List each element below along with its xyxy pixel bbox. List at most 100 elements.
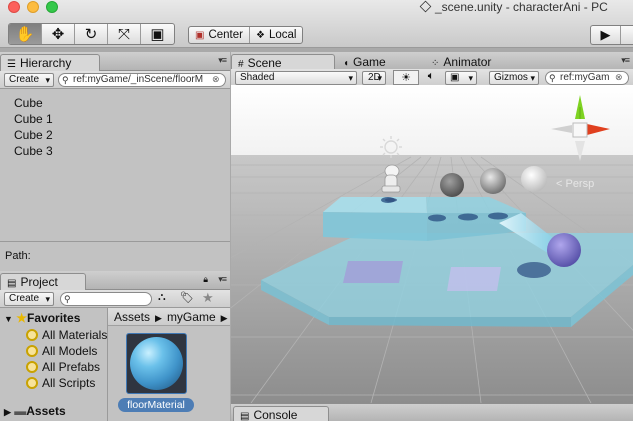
filter-by-label-icon[interactable]: 🏷︎: [180, 291, 194, 304]
animator-icon: ⁘: [431, 58, 440, 69]
favorite-item[interactable]: All Prefabs: [26, 360, 100, 374]
scene-header: #Scene ◖Game ⁘Animator ▾≡ Shaded 2D ☀ 🔈︎…: [231, 52, 633, 87]
project-tabbar: ▤ Project 🔒︎ ▾≡: [0, 271, 230, 290]
hierarchy-search-input[interactable]: ⚲ ref:myGame/_inScene/floorM ⊗: [58, 73, 226, 87]
gizmos-label: Gizmos: [494, 72, 528, 83]
panel-menu-icon[interactable]: ▾≡: [218, 55, 227, 66]
hierarchy-tabbar: ☰ Hierarchy ▾≡: [0, 52, 230, 71]
rotate-tool-button[interactable]: ↻: [75, 24, 108, 44]
asset-name-label[interactable]: floorMaterial: [118, 398, 194, 412]
play-icon: ▶: [600, 27, 611, 42]
search-icon: ⚲: [62, 75, 69, 85]
hierarchy-item[interactable]: Cube: [14, 95, 53, 111]
hand-tool-button[interactable]: ✋: [9, 24, 42, 44]
breadcrumb-item[interactable]: myGame: [167, 310, 216, 324]
favorite-item[interactable]: All Scripts: [26, 376, 95, 390]
mode-2d-toggle[interactable]: 2D: [362, 71, 386, 85]
project-search-input[interactable]: ⚲: [60, 292, 152, 306]
hierarchy-create-dropdown[interactable]: Create: [4, 73, 55, 87]
hierarchy-create-label: Create: [9, 74, 40, 85]
breadcrumb-separator-icon: ▶: [155, 313, 162, 323]
asset-thumbnail[interactable]: [126, 333, 187, 394]
window-close-button[interactable]: [8, 1, 20, 13]
move-tool-button[interactable]: ✥: [42, 24, 75, 44]
hierarchy-item[interactable]: Cube 1: [14, 111, 53, 127]
path-label: Path:: [5, 250, 31, 262]
project-create-dropdown[interactable]: Create: [4, 292, 55, 306]
sphere-mid: [480, 168, 506, 194]
tab-hierarchy[interactable]: ☰ Hierarchy: [0, 54, 100, 71]
saved-search-icon: [26, 345, 38, 357]
space-label: Local: [268, 29, 297, 41]
breadcrumb-item[interactable]: Assets: [114, 310, 150, 324]
tab-console[interactable]: ▤ Console: [233, 406, 329, 421]
tab-scene-label: Scene: [247, 56, 282, 70]
favorite-item[interactable]: All Materials: [26, 328, 107, 342]
favorite-item-label: All Materials: [42, 328, 108, 342]
tab-hierarchy-label: Hierarchy: [19, 56, 72, 70]
project-create-label: Create: [9, 293, 40, 304]
panel-menu-icon[interactable]: ▾≡: [621, 55, 630, 66]
tab-animator-label: Animator: [443, 55, 492, 69]
transform-toolgroup: ✋ ✥ ↻ ⤧ ▣: [8, 23, 175, 45]
clear-search-icon[interactable]: ⊗: [615, 72, 626, 83]
favorite-item[interactable]: All Models: [26, 344, 97, 358]
rotate-icon: ↻: [84, 26, 98, 43]
project-tree: ▼ ★Favorites All Materials All Models Al…: [0, 308, 108, 421]
scene-viewport[interactable]: < Persp: [231, 85, 633, 403]
favorite-item-label: All Prefabs: [42, 360, 101, 374]
window-zoom-button[interactable]: [46, 1, 58, 13]
perspective-label[interactable]: < Persp: [556, 178, 594, 190]
hierarchy-controls: Create ⚲ ref:myGame/_inScene/floorM ⊗: [0, 71, 230, 89]
project-panel: ▤Project 🔒︎ ▾≡ Create ⚲ ⛬ 🏷︎ ★ ▼ ★Favori…: [0, 271, 230, 421]
pacman-icon: ◖: [343, 58, 350, 69]
hierarchy-search-value: ref:myGame/_inScene/floorM: [73, 74, 204, 85]
hierarchy-item[interactable]: Cube 2: [14, 127, 53, 143]
console-icon: ▤: [240, 411, 250, 421]
panel-menu-icon[interactable]: ▾≡: [218, 274, 227, 285]
title-bar: _scene.unity - characterAni - PC ✋ ✥ ↻ ⤧…: [0, 0, 633, 48]
playback-controls: ▶: [590, 25, 633, 45]
play-button[interactable]: ▶: [591, 26, 621, 44]
shading-mode-dropdown[interactable]: Shaded: [235, 71, 357, 85]
hierarchy-item[interactable]: Cube 3: [14, 143, 53, 159]
filter-by-type-icon[interactable]: ⛬: [158, 291, 166, 304]
saved-search-icon: [26, 361, 38, 373]
rect-tool-button[interactable]: ▣: [141, 24, 174, 44]
tab-project-label: Project: [20, 275, 58, 289]
breadcrumb: Assets ▶ myGame ▶: [108, 308, 230, 326]
pivot-label: Center: [208, 29, 243, 41]
favorite-item-label: All Scripts: [42, 376, 96, 390]
sun-icon: ☀: [401, 72, 411, 84]
lock-icon[interactable]: 🔒︎: [203, 274, 208, 285]
list-icon: ☰: [7, 59, 16, 70]
window-title-text: _scene.unity - characterAni - PC: [435, 0, 608, 14]
hierarchy-list: Cube Cube 1 Cube 2 Cube 3: [14, 95, 53, 159]
favorite-star-icon[interactable]: ★: [202, 290, 214, 306]
pivot-center-button[interactable]: ▣ Center: [189, 27, 250, 43]
material-sphere-icon: [130, 337, 183, 390]
scene-search-input[interactable]: ⚲ ref:myGam ⊗: [545, 71, 629, 85]
scale-tool-button[interactable]: ⤧: [108, 24, 141, 44]
sphere-light: [521, 166, 547, 192]
image-icon: ▣: [450, 72, 460, 83]
assets-folder[interactable]: ▶ ▬Assets: [4, 404, 66, 418]
folder-icon: ▤: [7, 278, 17, 289]
saved-search-icon: [26, 329, 38, 341]
space-local-button[interactable]: ❖ Local: [250, 27, 302, 43]
scene-lighting-toggle[interactable]: ☀: [393, 70, 419, 85]
mode-2d-label: 2D: [368, 72, 381, 83]
tab-project[interactable]: ▤ Project: [0, 273, 86, 290]
clear-search-icon[interactable]: ⊗: [212, 74, 223, 85]
pivot-icon: ▣: [195, 29, 205, 41]
gizmos-dropdown[interactable]: Gizmos: [489, 71, 539, 85]
scene-audio-toggle[interactable]: 🔈︎: [419, 70, 443, 85]
scene-effects-dropdown[interactable]: ▣: [445, 71, 477, 85]
expand-triangle-icon[interactable]: ▶: [4, 407, 11, 417]
favorites-folder[interactable]: ▼ ★Favorites: [4, 311, 80, 325]
tab-game-label: Game: [353, 55, 386, 69]
search-icon: ⚲: [549, 73, 556, 83]
window-title: _scene.unity - characterAni - PC: [419, 0, 608, 14]
window-minimize-button[interactable]: [27, 1, 39, 13]
expand-triangle-icon[interactable]: ▼: [4, 314, 13, 324]
